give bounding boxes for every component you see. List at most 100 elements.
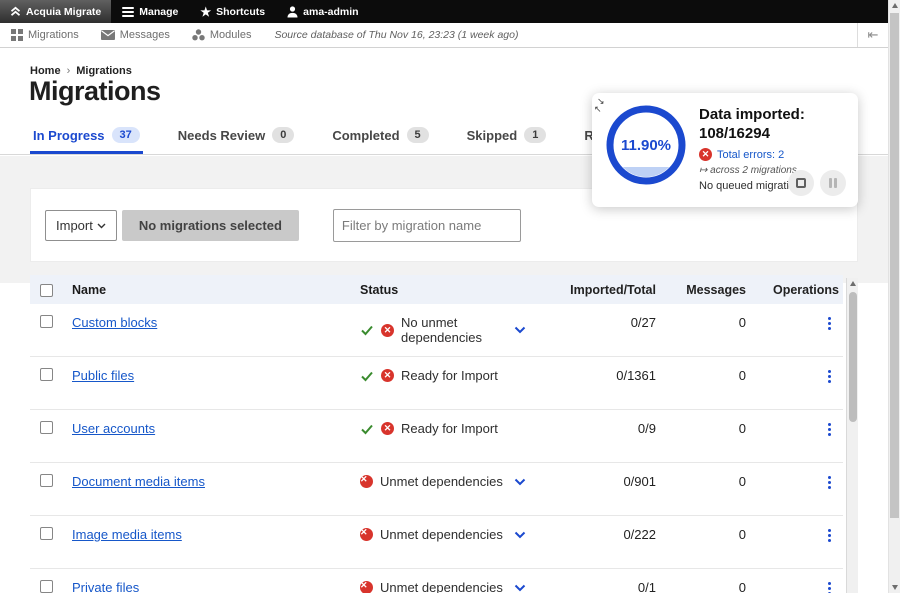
status-expand-chevron[interactable] [514,326,526,334]
row-checkbox[interactable] [40,421,53,434]
module-toolbar: Migrations Messages Modules Source datab… [0,23,888,48]
messages-count: 0 [660,516,750,542]
toolbar-item-migrations[interactable]: Migrations [0,23,90,47]
migration-name-link[interactable]: Document media items [72,474,205,489]
status-expand-chevron[interactable] [514,584,526,592]
stop-icon [796,178,806,188]
page-scrollbar-thumb[interactable] [890,13,899,518]
manage-menu[interactable]: Manage [111,0,189,23]
status-expand-chevron[interactable] [514,531,526,539]
collapse-icon: ⇤ [868,27,879,43]
row-checkbox[interactable] [40,368,53,381]
modules-icon [192,29,205,41]
row-checkbox[interactable] [40,315,53,328]
data-imported-count: 108/16294 [699,124,849,143]
row-operations-kebab-icon[interactable] [826,368,833,385]
row-checkbox[interactable] [40,474,53,487]
tab-count-badge: 37 [112,127,140,143]
progress-ring: 11.90% [605,104,687,186]
hamburger-icon [122,7,134,17]
toolbar-collapse-button[interactable]: ⇤ [857,23,888,47]
user-label: ama-admin [303,6,358,18]
filter-migration-input[interactable] [333,209,521,242]
status-expand-chevron[interactable] [514,478,526,486]
pause-import-button[interactable] [820,170,846,196]
status-text: Ready for Import [401,368,498,383]
toolbar-item-messages[interactable]: Messages [90,23,181,47]
row-operations-kebab-icon[interactable] [826,421,833,438]
tab-label: In Progress [33,128,105,143]
tab-count-badge: 5 [407,127,429,143]
user-menu[interactable]: ama-admin [276,0,369,23]
collapse-corner-icon[interactable]: ↘↖ [597,97,605,113]
shortcuts-menu[interactable]: ★ Shortcuts [189,0,276,23]
chevron-down-icon [514,478,526,486]
row-operations-kebab-icon[interactable] [826,580,833,593]
admin-bar: Acquia Migrate Manage ★ Shortcuts ama-ad… [0,0,888,23]
double-chevron-up-icon [10,6,21,17]
row-checkbox[interactable] [40,580,53,593]
migration-name-link[interactable]: Private files [72,580,139,593]
imported-total-value: 0/901 [540,463,660,489]
shortcuts-label: Shortcuts [216,6,265,18]
migration-name-link[interactable]: Public files [72,368,134,383]
table-scrollbar-thumb[interactable] [849,292,857,422]
page-scrollbar[interactable] [888,0,900,593]
page-title: Migrations [29,76,161,107]
imported-total-value: 0/222 [540,516,660,542]
manage-label: Manage [139,6,178,18]
status-text: Unmet dependencies [380,580,503,593]
header-status: Status [360,283,540,297]
toolbar-item-modules[interactable]: Modules [181,23,263,47]
migration-name-link[interactable]: User accounts [72,421,155,436]
acquia-migrate-page: Acquia Migrate Manage ★ Shortcuts ama-ad… [0,0,900,593]
error-icon: ✕ [360,475,373,488]
migration-name-link[interactable]: Custom blocks [72,315,157,330]
migration-row: Custom blocks ✕ No unmet dependencies 0/… [30,304,843,357]
migration-row: User accounts ✕ Ready for Import 0/9 0 [30,410,843,463]
tab-count-badge: 1 [524,127,546,143]
check-icon [360,422,374,436]
check-icon [360,323,374,337]
table-scrollbar[interactable] [846,278,858,593]
row-operations-kebab-icon[interactable] [826,527,833,544]
error-icon: ✕ [381,324,394,337]
tab[interactable]: Completed 5 [329,119,431,154]
row-checkbox[interactable] [40,527,53,540]
import-dropdown-button[interactable]: Import [45,210,117,241]
select-all-checkbox[interactable] [40,284,53,297]
data-imported-heading: Data imported: 108/16294 [699,105,849,143]
grid-icon [11,29,23,41]
migration-row: Private files ✕ Unmet dependencies 0/1 0 [30,569,843,593]
row-operations-kebab-icon[interactable] [826,315,833,332]
stop-import-button[interactable] [788,170,814,196]
chevron-down-icon [97,223,106,229]
migration-name-link[interactable]: Image media items [72,527,182,542]
total-errors-link[interactable]: ✕ Total errors: 2 [699,148,849,161]
envelope-icon [101,30,115,40]
total-errors-label: Total errors: 2 [717,149,784,161]
page-scroll-down-arrow-icon[interactable] [892,585,898,590]
tab[interactable]: Skipped 1 [464,119,550,154]
header-operations: Operations [750,283,843,297]
messages-count: 0 [660,357,750,383]
error-icon: ✕ [381,369,394,382]
error-icon: ✕ [360,528,373,541]
migration-row: Public files ✕ Ready for Import 0/1361 0 [30,357,843,410]
imported-total-value: 0/1 [540,569,660,593]
messages-count: 0 [660,410,750,436]
imported-total-value: 0/27 [540,304,660,330]
messages-count: 0 [660,463,750,489]
chevron-down-icon [514,326,526,334]
no-migrations-selected-button: No migrations selected [122,210,299,241]
tab[interactable]: Needs Review 0 [175,119,298,154]
row-operations-kebab-icon[interactable] [826,474,833,491]
import-progress-card: ↘↖ 11.90% Data imported: 108/16294 ✕ Tot… [592,93,858,207]
tab[interactable]: In Progress 37 [30,119,143,154]
imported-total-value: 0/1361 [540,357,660,383]
acquia-migrate-brand[interactable]: Acquia Migrate [0,0,111,23]
header-messages: Messages [660,283,750,297]
page-scroll-up-arrow-icon[interactable] [892,3,898,8]
source-database-note: Source database of Thu Nov 16, 23:23 (1 … [274,29,518,41]
scroll-up-arrow-icon[interactable] [850,281,856,286]
